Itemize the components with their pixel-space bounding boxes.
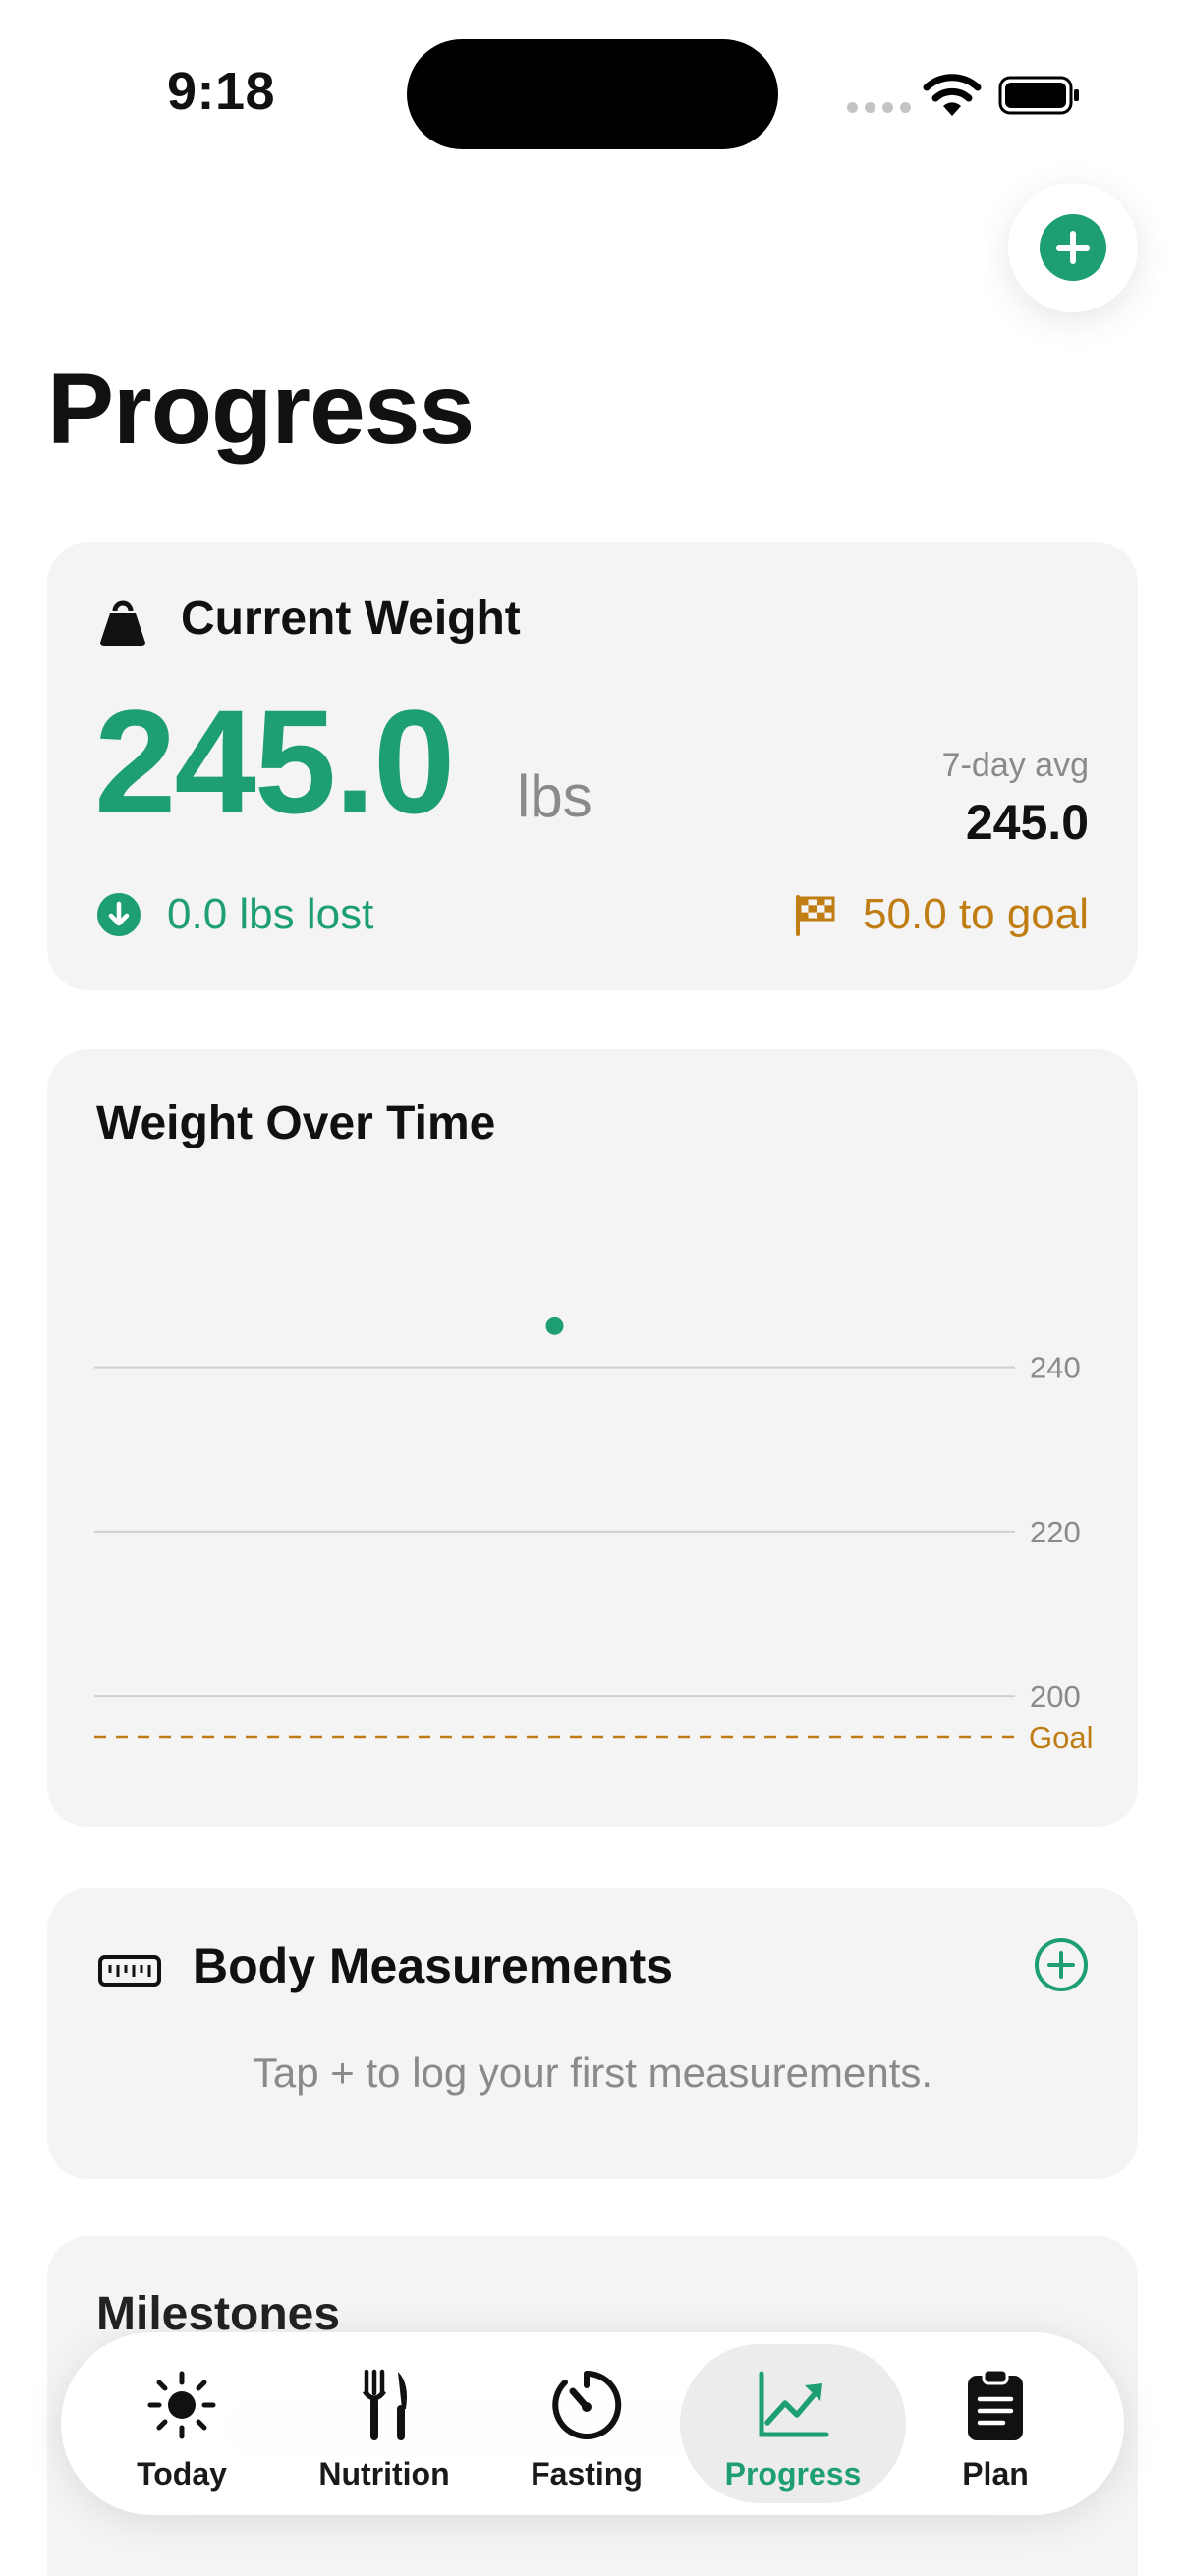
weight-lost-text: 0.0 lbs lost — [167, 890, 374, 938]
tab-nutrition[interactable]: Nutrition — [271, 2344, 497, 2503]
progress-screen: 9:18 Progress Current Weight 245.0 lbs 7… — [0, 0, 1185, 2576]
y-tick-label: 200 — [1030, 1679, 1081, 1713]
goal-label: Goal — [1029, 1720, 1093, 1755]
sun-icon — [147, 2371, 216, 2439]
checkered-flag-icon — [796, 895, 835, 936]
cellular-signal-icon — [847, 102, 911, 113]
weight-lost: 0.0 lbs lost — [96, 890, 373, 939]
tab-today-label: Today — [137, 2456, 227, 2492]
tab-fasting-label: Fasting — [531, 2456, 643, 2492]
tab-plan-label: Plan — [962, 2456, 1029, 2492]
tab-fasting[interactable]: Fasting — [474, 2344, 700, 2503]
to-goal-text: 50.0 to goal — [863, 890, 1089, 938]
chart-up-icon — [759, 2371, 829, 2437]
body-measurements-title: Body Measurements — [193, 1938, 674, 1993]
seven-day-avg-label: 7-day avg — [941, 747, 1089, 784]
plus-circle-icon — [1040, 214, 1106, 281]
tab-progress-label: Progress — [724, 2456, 862, 2492]
y-tick-label: 240 — [1030, 1351, 1081, 1385]
arrow-down-circle-icon — [97, 893, 141, 936]
tab-plan[interactable]: Plan — [882, 2344, 1108, 2503]
tab-today[interactable]: Today — [69, 2344, 295, 2503]
status-time: 9:18 — [167, 62, 276, 121]
weight-chart: 240 220 200 Goal — [94, 1316, 1093, 1755]
body-measurements-card: Body Measurements Tap + to log your firs… — [47, 1888, 1138, 2179]
add-measurement-button[interactable] — [1034, 1937, 1089, 1992]
weight-chart-card: Weight Over Time 240 220 200 Goal — [47, 1049, 1138, 1827]
measurements-empty-text: Tap + to log your first measurements. — [252, 2049, 933, 2096]
add-entry-button[interactable] — [1008, 183, 1138, 312]
current-weight-value: 245.0 — [94, 679, 455, 844]
dynamic-island — [407, 39, 778, 149]
battery-icon — [998, 76, 1079, 115]
weight-unit: lbs — [517, 763, 592, 829]
tab-progress[interactable]: Progress — [680, 2344, 906, 2503]
y-tick-label: 220 — [1030, 1515, 1081, 1549]
current-weight-title: Current Weight — [181, 592, 521, 644]
ruler-icon — [98, 1955, 161, 1987]
kettlebell-icon — [100, 600, 145, 646]
wifi-icon — [923, 74, 982, 116]
page-title: Progress — [47, 353, 475, 465]
current-weight-card[interactable]: Current Weight 245.0 lbs 7-day avg 245.0… — [47, 542, 1138, 990]
data-point — [545, 1316, 564, 1335]
clipboard-icon — [968, 2368, 1023, 2440]
seven-day-avg-value: 245.0 — [965, 795, 1089, 850]
timer-icon — [552, 2370, 622, 2439]
tab-bar: Today Nutrition Fasting Progress Plan — [61, 2332, 1124, 2515]
tab-nutrition-label: Nutrition — [318, 2456, 450, 2492]
to-goal: 50.0 to goal — [794, 890, 1089, 939]
fork-knife-icon — [362, 2369, 407, 2440]
